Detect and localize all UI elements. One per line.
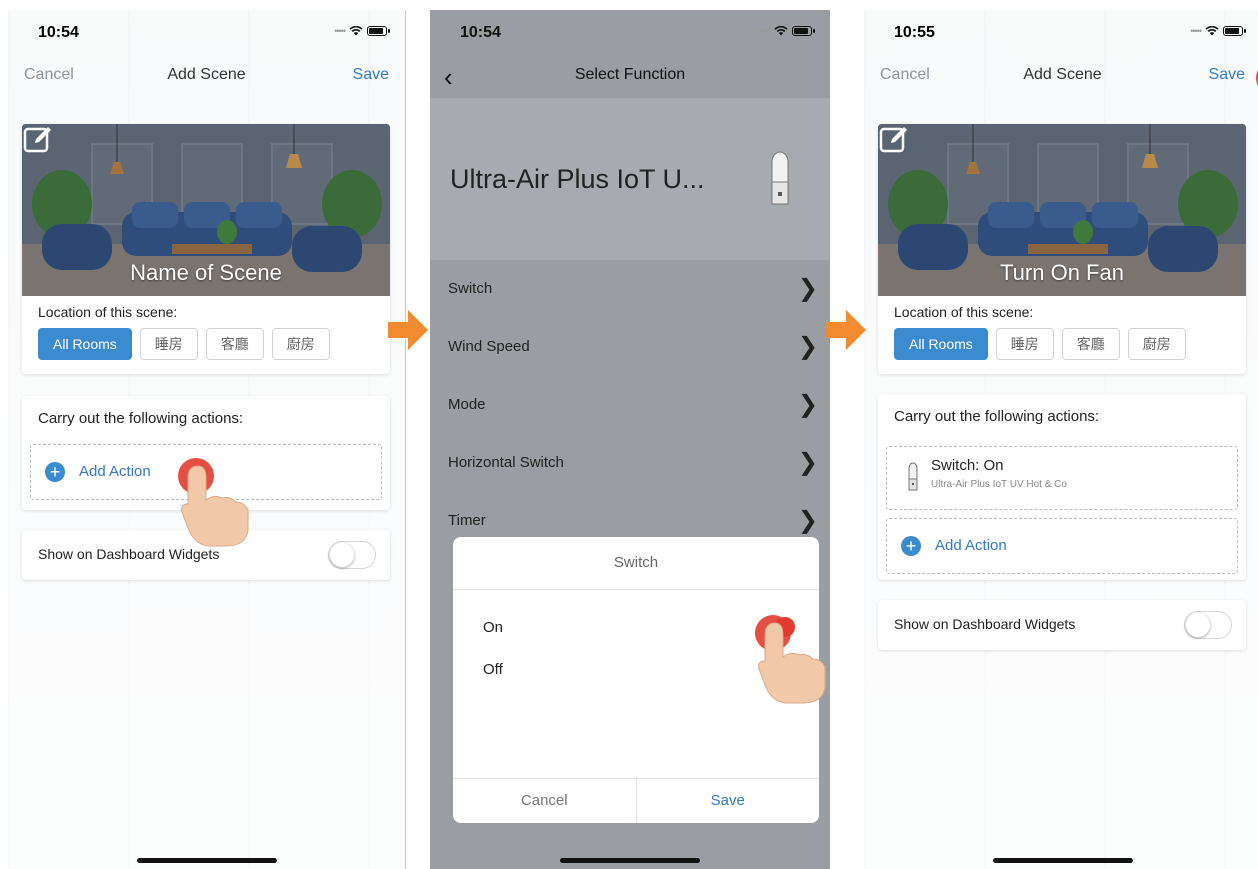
page-title: Add Scene [1023,66,1102,83]
room-living-room[interactable]: 客廳 [1061,328,1120,360]
navbar: ‹ Select Function [430,54,830,98]
chevron-right-icon: ❯ [797,449,818,476]
chevron-right-icon: ❯ [797,507,818,534]
edit-icon[interactable] [22,124,54,156]
status-bar: 10:54 ••••• [430,10,830,54]
room-kitchen[interactable]: 廚房 [271,328,330,360]
status-time: 10:55 [894,24,935,41]
room-selector: All Rooms 睡房 客廳 廚房 [38,328,330,360]
scene-name[interactable]: Turn On Fan [878,260,1246,286]
tap-hand-icon [178,458,249,547]
page-title: Select Function [574,66,686,83]
wifi-icon [349,26,363,36]
function-item-horizontal-switch[interactable]: Horizontal Switch ❯ [430,434,830,492]
widget-toggle[interactable] [328,541,376,569]
function-list: Switch ❯ Wind Speed ❯ Mode ❯ Horizontal … [430,260,830,550]
home-indicator [560,858,700,863]
scene-name[interactable]: Name of Scene [22,260,390,286]
add-action-label: Add Action [79,463,151,480]
widget-label: Show on Dashboard Widgets [38,546,220,562]
action-item[interactable]: Switch: On Ultra-Air Plus IoT UV Hot & C… [886,446,1238,510]
dialog-save-button[interactable]: Save [637,779,820,823]
widget-label: Show on Dashboard Widgets [894,616,1076,632]
widget-toggle[interactable] [1184,611,1232,639]
air-purifier-icon [771,151,789,205]
status-bar: 10:54 ••••• [8,10,405,54]
function-label: Mode [448,396,486,413]
status-bar: 10:55 ••••• [864,10,1258,54]
add-action-button[interactable]: + Add Action [886,518,1238,574]
status-time: 10:54 [38,24,79,41]
dialog-cancel-button[interactable]: Cancel [453,779,637,823]
screen-add-scene: 10:54 ••••• Cancel Add Scene Save Name o… [8,10,406,869]
home-indicator [992,858,1133,863]
signal-icon: ••••• [1190,26,1202,36]
function-item-wind-speed[interactable]: Wind Speed ❯ [430,318,830,376]
room-all-rooms[interactable]: All Rooms [894,328,988,360]
scene-card: Turn On Fan Location of this scene: All … [878,124,1246,374]
device-name: Ultra-Air Plus IoT U... [450,164,705,194]
screen-select-function: 10:54 ••••• ‹ Select Function Ultra-Air … [430,10,830,869]
action-title: Switch: On [931,457,1004,474]
home-indicator [136,858,277,863]
chevron-right-icon: ❯ [797,275,818,302]
room-selector: All Rooms 睡房 客廳 廚房 [894,328,1186,360]
next-step-arrow-icon [826,310,866,350]
plus-icon: + [45,462,65,482]
function-label: Timer [448,512,486,529]
room-bedroom[interactable]: 睡房 [139,328,198,360]
option-off-label[interactable]: Off [483,661,503,678]
add-action-label: Add Action [935,537,1007,554]
status-icons: ••••• [759,26,815,36]
function-label: Switch [448,280,493,297]
function-label: Wind Speed [448,338,530,355]
plus-icon: + [901,536,921,556]
location-label: Location of this scene: [894,304,1034,320]
wifi-icon [774,26,788,36]
page-title: Add Scene [167,66,246,83]
battery-icon [1223,26,1246,36]
function-item-mode[interactable]: Mode ❯ [430,376,830,434]
air-purifier-icon [908,462,918,491]
status-icons: ••••• [1190,26,1246,36]
actions-card: Carry out the following actions: Switch:… [878,394,1246,580]
tap-hand-icon [1256,69,1258,87]
chevron-right-icon: ❯ [797,391,818,418]
scene-card: Name of Scene Location of this scene: Al… [22,124,390,374]
scene-image[interactable]: Name of Scene [22,124,390,296]
function-item-switch[interactable]: Switch ❯ [430,260,830,318]
dialog-title: Switch [453,537,819,590]
next-step-arrow-icon [388,310,428,350]
room-living-room[interactable]: 客廳 [205,328,264,360]
function-label: Horizontal Switch [448,454,564,471]
dialog-actions: Cancel Save [453,778,819,823]
option-on-label[interactable]: On [483,619,503,636]
signal-icon: ••••• [334,26,346,36]
action-subtitle: Ultra-Air Plus IoT UV Hot & Co [931,479,1067,490]
signal-icon: ••••• [759,26,771,36]
wifi-icon [1205,26,1219,36]
screen-add-scene-filled: 10:55 ••••• Cancel Add Scene Save Turn O… [864,10,1258,869]
location-label: Location of this scene: [38,304,178,320]
status-time: 10:54 [460,24,501,41]
battery-icon [367,26,390,36]
chevron-right-icon: ❯ [797,333,818,360]
navbar: Cancel Add Scene Save [864,54,1258,98]
actions-title: Carry out the following actions: [894,408,1100,425]
device-header: Ultra-Air Plus IoT U... [430,98,830,260]
tap-hand-icon [755,615,826,704]
save-button[interactable]: Save [353,66,389,84]
navbar: Cancel Add Scene Save [8,54,405,98]
scene-image[interactable]: Turn On Fan [878,124,1246,296]
room-bedroom[interactable]: 睡房 [995,328,1054,360]
dashboard-widget-card: Show on Dashboard Widgets [878,600,1246,650]
battery-icon [792,26,815,36]
status-icons: ••••• [334,26,390,36]
actions-title: Carry out the following actions: [38,410,244,427]
room-all-rooms[interactable]: All Rooms [38,328,132,360]
edit-icon[interactable] [878,124,910,156]
room-kitchen[interactable]: 廚房 [1127,328,1186,360]
